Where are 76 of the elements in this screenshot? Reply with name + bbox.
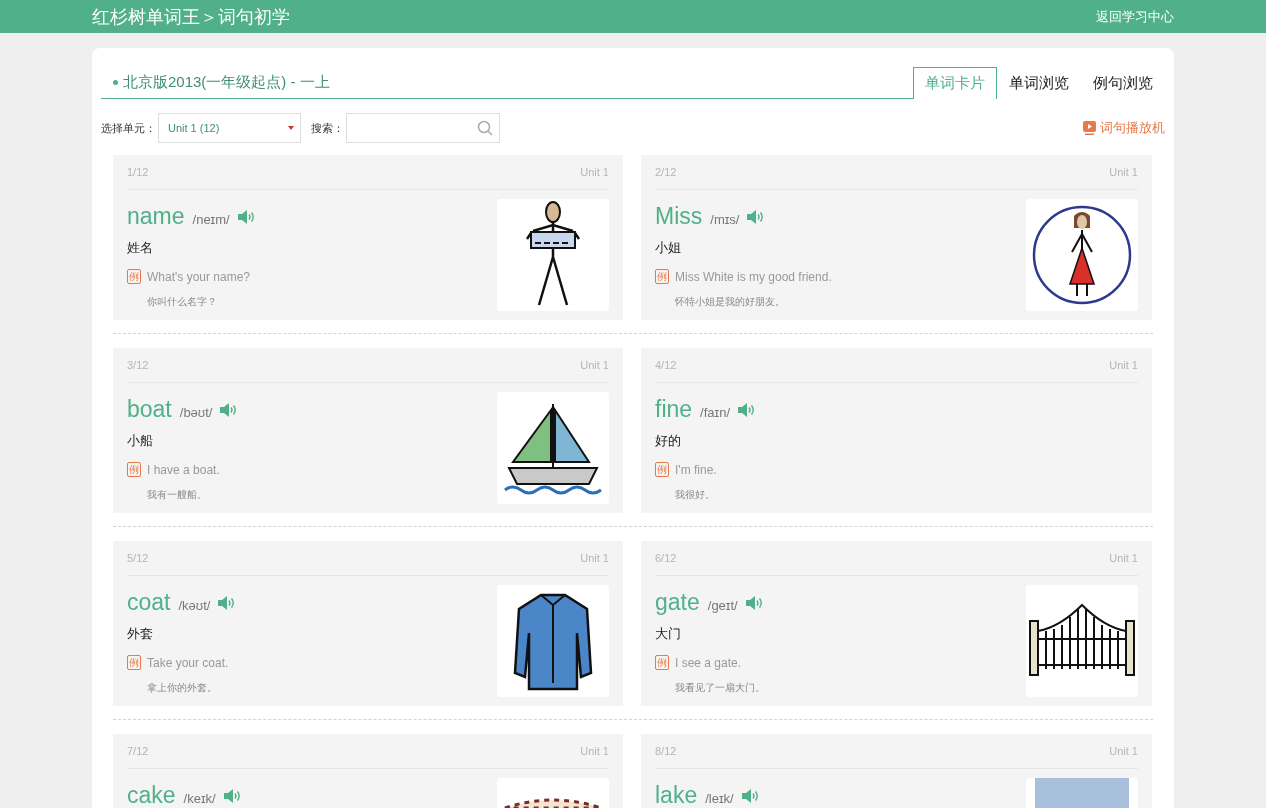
word: name	[127, 203, 185, 230]
back-link[interactable]: 返回学习中心	[1096, 7, 1174, 26]
card-index: 3/12	[127, 359, 149, 371]
speaker-icon[interactable]	[738, 403, 757, 417]
phonetic: /kəʊt/	[178, 598, 211, 613]
meaning: 小姐	[655, 239, 682, 257]
speaker-icon[interactable]	[223, 789, 242, 803]
phonetic: /keɪk/	[183, 791, 216, 806]
example-badge: 例	[127, 462, 141, 477]
play-icon	[1083, 121, 1096, 135]
unit-tag: Unit 1	[580, 359, 609, 371]
card-index: 5/12	[127, 552, 149, 564]
meaning: 好的	[655, 432, 682, 450]
unit-tag: Unit 1	[580, 166, 609, 178]
meaning: 姓名	[127, 239, 154, 257]
phonetic: /ɡeɪt/	[707, 598, 738, 613]
phonetic: /neɪm/	[192, 212, 230, 227]
search-label: 搜索：	[311, 120, 344, 136]
site-title: 红杉树单词王＞词句初学	[92, 5, 290, 29]
example-sentence: I'm fine.	[675, 462, 717, 477]
example-sentence: I have a boat.	[147, 462, 220, 477]
word: fine	[655, 396, 693, 423]
speaker-icon[interactable]	[741, 789, 760, 803]
example-badge: 例	[655, 655, 669, 670]
example-translation: 我看见了一扇大门。	[675, 681, 765, 695]
card-index: 1/12	[127, 166, 149, 178]
phonetic: /bəʊt/	[179, 405, 213, 420]
unit-tag: Unit 1	[580, 745, 609, 757]
example-badge: 例	[655, 462, 669, 477]
phonetic: /leɪk/	[705, 791, 734, 806]
card-index: 6/12	[655, 552, 677, 564]
book-title: 北京版2013(一年级起点) - 一上	[101, 73, 330, 98]
unit-label: 选择单元：	[101, 120, 156, 136]
card-index: 2/12	[655, 166, 677, 178]
speaker-icon[interactable]	[218, 596, 237, 610]
meaning: 外套	[127, 625, 154, 643]
unit-tag: Unit 1	[580, 552, 609, 564]
word: gate	[655, 589, 700, 616]
speaker-icon[interactable]	[745, 596, 764, 610]
example-translation: 你叫什么名字？	[147, 295, 218, 309]
card-index: 7/12	[127, 745, 149, 757]
example-badge: 例	[127, 269, 141, 284]
example-sentence: What's your name?	[147, 269, 250, 284]
word: boat	[127, 396, 172, 423]
example-sentence: Miss White is my good friend.	[675, 269, 832, 284]
speaker-icon[interactable]	[220, 403, 239, 417]
unit-dropdown[interactable]: Unit 1 (12)	[158, 113, 301, 143]
word: Miss	[655, 203, 703, 230]
example-badge: 例	[127, 655, 141, 670]
example-sentence: Take your coat.	[147, 655, 229, 670]
player-link[interactable]: 词句播放机	[1083, 119, 1165, 137]
phonetic: /mɪs/	[710, 212, 740, 227]
caret-icon	[288, 126, 294, 130]
word: cake	[127, 782, 176, 808]
speaker-icon[interactable]	[237, 210, 256, 224]
unit-tag: Unit 1	[1109, 166, 1138, 178]
speaker-icon[interactable]	[747, 210, 766, 224]
example-translation: 怀特小姐是我的好朋友。	[675, 295, 786, 309]
unit-tag: Unit 1	[1109, 359, 1138, 371]
phonetic: /faɪn/	[700, 405, 731, 420]
example-translation: 拿上你的外套。	[147, 681, 218, 695]
unit-tag: Unit 1	[1109, 745, 1138, 757]
meaning: 大门	[655, 625, 682, 643]
search-icon	[477, 120, 493, 136]
example-translation: 我有一艘船。	[147, 488, 208, 502]
word: lake	[655, 782, 698, 808]
word: coat	[127, 589, 171, 616]
example-translation: 我很好。	[675, 488, 716, 502]
card-index: 8/12	[655, 745, 677, 757]
example-sentence: I see a gate.	[675, 655, 742, 670]
search-field[interactable]	[346, 113, 500, 143]
example-badge: 例	[655, 269, 669, 284]
unit-tag: Unit 1	[1109, 552, 1138, 564]
meaning: 小船	[127, 432, 154, 450]
tab[interactable]: 单词卡片	[913, 67, 997, 99]
card-index: 4/12	[655, 359, 677, 371]
